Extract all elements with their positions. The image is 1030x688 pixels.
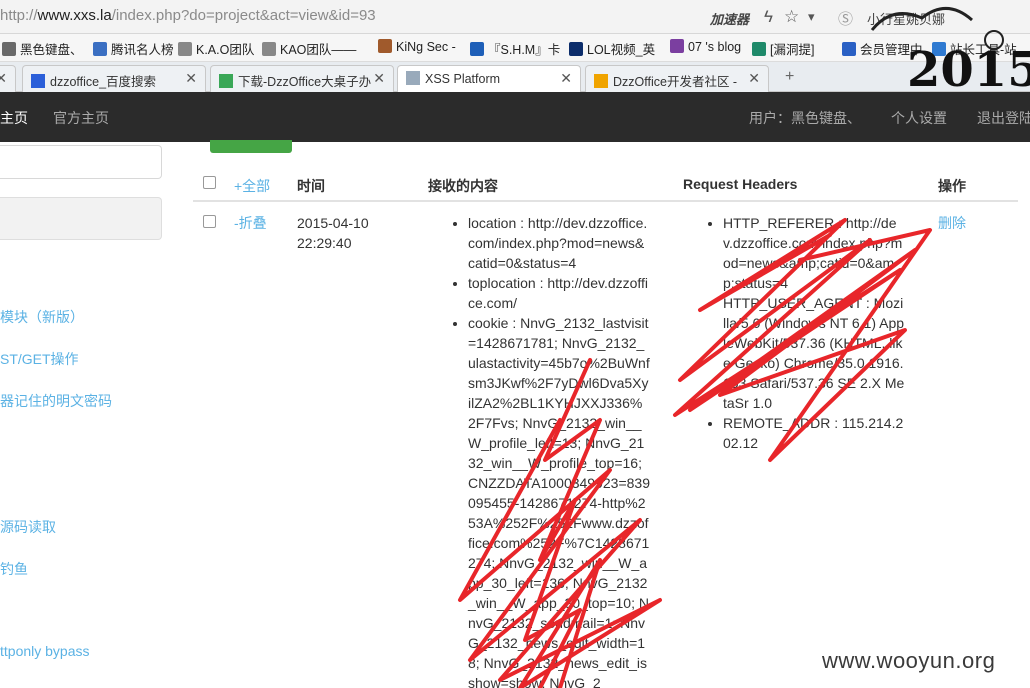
column-time: 时间: [297, 178, 325, 194]
content-toplocation: toplocation : http://dev.dzzoffice.com/: [468, 273, 650, 313]
bookmark-label: KAO团队——: [280, 43, 357, 57]
column-action: 操作: [938, 178, 966, 194]
sidebar-search-input[interactable]: [0, 145, 162, 179]
sidebar-link-module[interactable]: 模块（新版）: [0, 307, 84, 327]
bookmark-item[interactable]: [漏洞提]: [752, 39, 814, 58]
tab-label: dzzoffice_百度搜索: [50, 75, 157, 89]
nav-settings[interactable]: 个人设置: [891, 108, 947, 128]
sidebar: 模块（新版） ST/GET操作 器记住的明文密码 源码读取 钓鱼 ttponly…: [0, 142, 163, 688]
sidebar-link-saved-password[interactable]: 器记住的明文密码: [0, 391, 112, 411]
bookmark-label: 『S.H.M』卡: [488, 43, 561, 57]
delete-link[interactable]: 删除: [938, 213, 966, 233]
top-nav: 主页 官方主页 用户：黑色键盘、 个人设置 退出登陆: [0, 92, 1030, 142]
bookmark-label: K.A.O团队: [196, 43, 255, 57]
dzz-icon: [219, 74, 233, 88]
browser-tab[interactable]: dzzoffice_百度搜索 ✕: [22, 65, 206, 92]
header-remote-addr: REMOTE_ADDR : 115.214.202.12: [723, 413, 905, 453]
collapse-link[interactable]: -折叠: [234, 213, 267, 233]
row-date: 2015-04-10: [297, 215, 369, 231]
column-content: 接收的内容: [428, 178, 498, 194]
bookmark-label: 07 's blog: [688, 40, 742, 54]
url-prefix: http://: [0, 7, 38, 24]
green-action-button[interactable]: [210, 140, 292, 153]
bookmark-label: [漏洞提]: [770, 43, 815, 57]
close-icon[interactable]: ✕: [748, 70, 760, 87]
tab-label: DzzOffice开发者社区 -: [613, 75, 738, 89]
bookmark-icon: [470, 42, 484, 56]
accelerator-button[interactable]: 加速器: [710, 9, 749, 28]
row-time: 22:29:40: [297, 235, 352, 251]
watermark-text: www.wooyun.org: [822, 648, 996, 673]
bookmark-item[interactable]: LOL视频_英: [569, 39, 655, 58]
close-icon[interactable]: ✕: [185, 70, 197, 87]
tab-label: 下载-DzzOffice大桌子办: [238, 75, 372, 89]
gear-icon: [2, 42, 16, 56]
browser-tab[interactable]: 下载-DzzOffice大桌子办 ✕: [210, 65, 394, 92]
content-location: location : http://dev.dzzoffice.com/inde…: [468, 213, 650, 273]
search-icon[interactable]: Ⓢ: [838, 8, 853, 29]
browser-tab[interactable]: XSS Platform ✕: [397, 65, 581, 92]
lightning-icon[interactable]: ϟ: [764, 7, 773, 27]
table-row: -折叠 2015-04-10 22:29:40 location : http:…: [193, 204, 1018, 688]
nav-home[interactable]: 主页: [0, 108, 28, 128]
baidu-icon: [31, 74, 45, 88]
bookmark-item[interactable]: 黑色键盘、: [2, 39, 83, 58]
header-user-agent: HTTP_USER_AGENT : Mozilla/5.0 (Windows N…: [723, 293, 905, 413]
tab-partial[interactable]: ✕: [0, 65, 16, 92]
sidebar-link-httponly-bypass[interactable]: ttponly bypass: [0, 643, 90, 659]
bookmark-item[interactable]: 腾讯名人榜: [93, 39, 174, 58]
close-icon[interactable]: ✕: [560, 70, 572, 87]
page-icon: [178, 42, 192, 56]
nav-user[interactable]: 用户：黑色键盘、: [749, 108, 861, 128]
tab-label: XSS Platform: [425, 72, 501, 86]
dzz-icon: [594, 74, 608, 88]
sidebar-link-post-get[interactable]: ST/GET操作: [0, 349, 79, 369]
bookmark-icon: [670, 39, 684, 53]
nav-logout[interactable]: 退出登陆: [977, 108, 1030, 128]
expand-all-link[interactable]: +全部: [234, 176, 270, 196]
browser-window: http://www.xxs.la/index.php?do=project&a…: [0, 0, 1030, 688]
star-icon[interactable]: ☆: [784, 7, 799, 27]
nav-official[interactable]: 官方主页: [53, 108, 109, 128]
close-icon[interactable]: ✕: [0, 70, 7, 87]
header-referer: HTTP_REFERER : http://dev.dzzoffice.com/…: [723, 213, 905, 293]
bookmark-item[interactable]: KAO团队——: [262, 39, 356, 58]
bookmark-label: KiNg Sec -: [396, 40, 456, 54]
column-request-headers: Request Headers: [683, 176, 798, 192]
content-cookie: cookie : NnvG_2132_lastvisit=1428671781;…: [468, 313, 650, 688]
bookmark-item[interactable]: 07 's blog: [670, 39, 741, 54]
url-text[interactable]: http://www.xxs.la/index.php?do=project&a…: [0, 7, 376, 24]
bookmark-item[interactable]: 『S.H.M』卡: [470, 39, 560, 58]
table-header: +全部 时间 接收的内容 Request Headers 操作: [193, 169, 1018, 202]
bookmark-item[interactable]: K.A.O团队: [178, 39, 254, 58]
banner-2015-image: 2015: [870, 7, 1030, 92]
bookmark-label: LOL视频_英: [587, 43, 656, 57]
main-content: +全部 时间 接收的内容 Request Headers 操作 -折叠 2015…: [193, 140, 1018, 688]
close-icon[interactable]: ✕: [373, 70, 385, 87]
url-path: /index.php?do=project&act=view&id=93: [111, 7, 376, 24]
bookmark-icon: [569, 42, 583, 56]
new-tab-button[interactable]: +: [785, 68, 794, 86]
banner-text: 2015: [907, 42, 1030, 92]
headers-list: HTTP_REFERER : http://dev.dzzoffice.com/…: [723, 213, 905, 453]
select-all-checkbox[interactable]: [203, 176, 216, 189]
url-host: www.xxs.la: [37, 7, 112, 24]
bookmark-label: 腾讯名人榜: [111, 43, 174, 57]
row-checkbox[interactable]: [203, 215, 216, 228]
page-icon: [262, 42, 276, 56]
star-icon: [842, 42, 856, 56]
sidebar-link-source-read[interactable]: 源码读取: [0, 517, 56, 537]
bookmark-label: 黑色键盘、: [20, 43, 83, 57]
bookmark-icon: [752, 42, 766, 56]
sidebar-section-header[interactable]: [0, 197, 162, 240]
browser-tab[interactable]: DzzOffice开发者社区 - ✕: [585, 65, 769, 92]
chevron-down-icon[interactable]: ▾: [808, 9, 815, 25]
shield-icon: [93, 42, 107, 56]
bookmark-item[interactable]: KiNg Sec -: [378, 39, 456, 54]
sidebar-link-phishing[interactable]: 钓鱼: [0, 559, 28, 579]
image-icon: [378, 39, 392, 53]
content-list: location : http://dev.dzzoffice.com/inde…: [468, 213, 650, 688]
page-icon: [406, 71, 420, 85]
